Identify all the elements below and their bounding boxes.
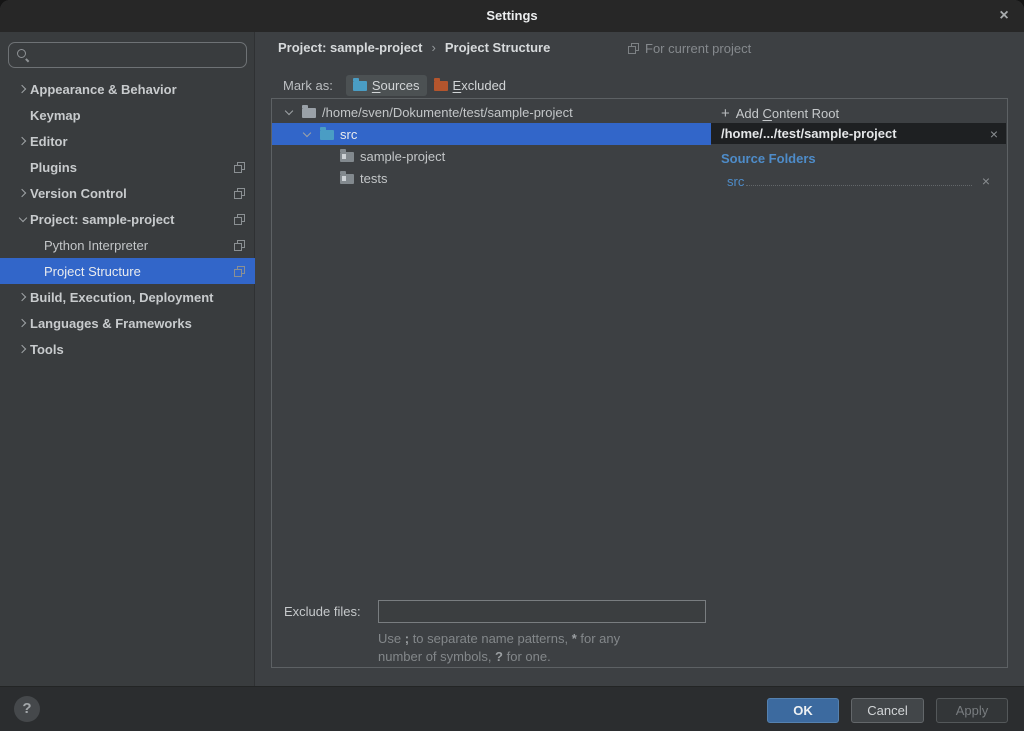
ok-button[interactable]: OK <box>767 698 839 723</box>
tree-row-label: /home/sven/Dokumente/test/sample-project <box>322 105 573 120</box>
remove-content-root-icon[interactable]: × <box>982 126 1006 142</box>
search-icon <box>16 48 30 62</box>
tree-row-root[interactable]: /home/sven/Dokumente/test/sample-project <box>272 101 711 123</box>
folder-icon <box>340 174 354 184</box>
settings-sidebar: Appearance & Behavior Keymap Editor Plug… <box>0 32 255 686</box>
folder-icon <box>302 108 316 118</box>
sidebar-item-python-interpreter[interactable]: Python Interpreter <box>0 232 255 258</box>
exclude-files-label: Exclude files: <box>284 601 361 623</box>
excluded-folder-icon <box>434 81 448 91</box>
folder-icon <box>340 152 354 162</box>
source-folder-name[interactable]: src <box>727 174 744 189</box>
apply-button[interactable]: Apply <box>936 698 1008 723</box>
scope-icon <box>234 162 245 173</box>
tree-row-label: sample-project <box>360 149 445 164</box>
chevron-down-icon[interactable] <box>282 111 296 114</box>
chevron-right-icon[interactable] <box>16 346 30 352</box>
content-root-row[interactable]: /home/.../test/sample-project × <box>711 123 1006 144</box>
content-roots-panel: + Add Content Root /home/.../test/sample… <box>711 98 1008 668</box>
tree-row-tests[interactable]: tests <box>272 167 711 189</box>
dialog-title: Settings <box>0 0 1024 32</box>
sidebar-item-project-structure[interactable]: Project Structure <box>0 258 255 284</box>
settings-dialog: Settings × Appearance & Behavior Keymap … <box>0 0 1024 731</box>
close-icon[interactable]: × <box>992 4 1016 28</box>
source-folders-title: Source Folders <box>721 151 816 166</box>
tree-row-src[interactable]: src <box>272 123 711 145</box>
scope-icon <box>234 188 245 199</box>
source-folder-row[interactable]: src × <box>727 170 998 189</box>
scope-icon <box>234 214 245 225</box>
add-content-root-button[interactable]: + Add Content Root <box>721 103 839 123</box>
chevron-down-icon[interactable] <box>300 133 314 136</box>
chevron-right-icon[interactable] <box>16 138 30 144</box>
sidebar-item-project[interactable]: Project: sample-project <box>0 206 255 232</box>
scope-icon <box>628 43 639 54</box>
dialog-footer: OK Cancel Apply <box>0 686 1024 731</box>
help-button[interactable]: ? <box>14 696 40 722</box>
breadcrumb-project[interactable]: Project: sample-project <box>278 40 423 55</box>
sidebar-item-keymap[interactable]: Keymap <box>0 102 255 128</box>
title-bar: Settings × <box>0 0 1024 32</box>
chevron-down-icon[interactable] <box>16 218 30 221</box>
exclude-files-input[interactable] <box>378 600 706 623</box>
content-root-path: /home/.../test/sample-project <box>711 126 982 141</box>
chevron-right-icon[interactable] <box>16 86 30 92</box>
cancel-button[interactable]: Cancel <box>851 698 924 723</box>
mark-as-toolbar: Mark as: Sources Excluded <box>283 73 513 97</box>
mark-sources-button[interactable]: Sources <box>346 75 427 96</box>
breadcrumb-page: Project Structure <box>445 40 550 55</box>
folder-tree: /home/sven/Dokumente/test/sample-project… <box>272 101 711 189</box>
scope-indicator: For current project <box>628 41 751 56</box>
exclude-files-hint: Use ; to separate name patterns, * for a… <box>378 630 620 666</box>
tree-row-label: tests <box>360 171 387 186</box>
dotted-leader <box>746 185 971 186</box>
search-box[interactable] <box>8 42 247 68</box>
breadcrumb-separator: › <box>432 40 436 55</box>
content-tree-panel: /home/sven/Dokumente/test/sample-project… <box>271 98 712 668</box>
sidebar-item-languages-frameworks[interactable]: Languages & Frameworks <box>0 310 255 336</box>
scope-label: For current project <box>645 41 751 56</box>
scope-icon <box>234 240 245 251</box>
sidebar-list: Appearance & Behavior Keymap Editor Plug… <box>0 76 255 362</box>
search-input[interactable] <box>35 43 240 67</box>
breadcrumb: Project: sample-project › Project Struct… <box>278 40 550 55</box>
source-folder-icon <box>320 130 334 140</box>
sidebar-item-editor[interactable]: Editor <box>0 128 255 154</box>
scope-icon <box>234 266 245 277</box>
sidebar-item-plugins[interactable]: Plugins <box>0 154 255 180</box>
sidebar-item-tools[interactable]: Tools <box>0 336 255 362</box>
remove-source-folder-icon[interactable]: × <box>974 173 998 189</box>
mark-as-label: Mark as: <box>283 78 333 93</box>
sidebar-item-version-control[interactable]: Version Control <box>0 180 255 206</box>
chevron-right-icon[interactable] <box>16 190 30 196</box>
chevron-right-icon[interactable] <box>16 320 30 326</box>
sidebar-item-build-execution-deployment[interactable]: Build, Execution, Deployment <box>0 284 255 310</box>
chevron-right-icon[interactable] <box>16 294 30 300</box>
tree-row-label: src <box>340 127 357 142</box>
tree-row-sample-project[interactable]: sample-project <box>272 145 711 167</box>
mark-excluded-button[interactable]: Excluded <box>427 75 513 96</box>
sidebar-item-appearance-behavior[interactable]: Appearance & Behavior <box>0 76 255 102</box>
plus-icon: + <box>721 105 730 122</box>
sources-folder-icon <box>353 81 367 91</box>
